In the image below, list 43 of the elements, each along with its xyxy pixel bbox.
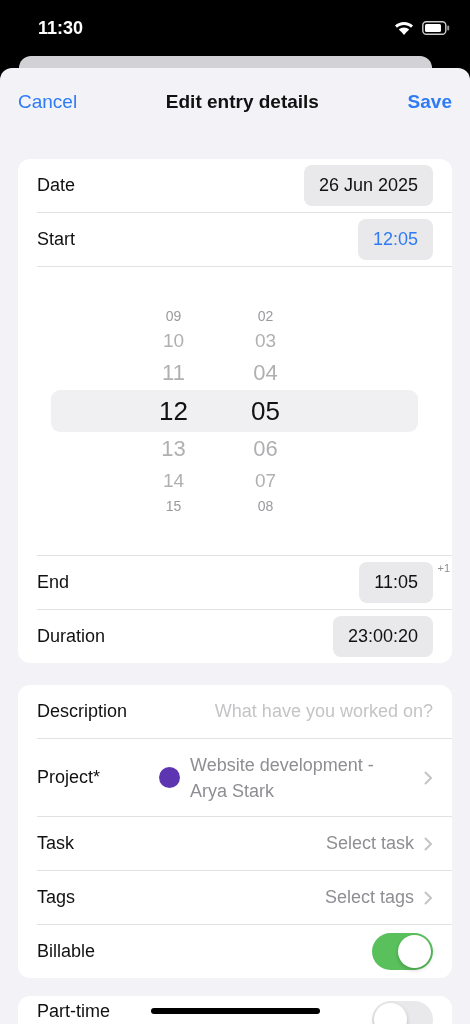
value-button[interactable]: 26 Jun 2025 bbox=[303, 165, 433, 206]
billable-toggle[interactable] bbox=[372, 933, 433, 970]
picker-item[interactable]: 12 bbox=[159, 391, 188, 431]
value-button[interactable]: 12:05 bbox=[357, 219, 433, 260]
selector-value[interactable]: Website development - Arya Stark bbox=[190, 751, 414, 804]
value-button[interactable]: 11:05 bbox=[359, 562, 433, 603]
picker-item[interactable]: 13 bbox=[161, 431, 186, 467]
status-time: 11:30 bbox=[38, 17, 84, 39]
row-label: Date bbox=[37, 175, 76, 196]
row-label: Start bbox=[37, 229, 75, 250]
picker-item[interactable]: 02 bbox=[257, 305, 274, 327]
battery-icon bbox=[422, 21, 450, 35]
value-button[interactable]: 23:00:20 bbox=[332, 616, 433, 657]
row-label: Billable bbox=[37, 941, 96, 962]
row-label: Description bbox=[37, 701, 128, 722]
picker-item[interactable]: 15 bbox=[165, 495, 182, 517]
picker-item[interactable]: 09 bbox=[165, 305, 182, 327]
cancel-button[interactable]: Cancel bbox=[18, 91, 78, 113]
picker-item[interactable]: 07 bbox=[254, 467, 277, 495]
picker-item[interactable]: 10 bbox=[162, 327, 185, 355]
picker-item[interactable]: 06 bbox=[253, 431, 278, 467]
row-label: Tags bbox=[37, 887, 76, 908]
picker-item[interactable]: 14 bbox=[162, 467, 185, 495]
next-day-note: +1 bbox=[437, 562, 450, 574]
picker-item[interactable]: 11 bbox=[162, 355, 185, 391]
picker-item[interactable]: 05 bbox=[251, 391, 280, 431]
row-label: Part-time bbox=[37, 1001, 110, 1022]
row-label: End bbox=[37, 572, 70, 593]
wifi-icon bbox=[394, 20, 414, 36]
picker-item[interactable]: 03 bbox=[254, 327, 277, 355]
description-field[interactable]: What have you worked on? bbox=[181, 701, 433, 722]
chevron-icon bbox=[424, 890, 433, 905]
selector-value[interactable]: Select tags bbox=[324, 887, 414, 908]
picker-item[interactable]: 04 bbox=[253, 355, 278, 391]
row-label: Duration bbox=[37, 626, 106, 647]
row-label: Task bbox=[37, 833, 74, 854]
save-button[interactable]: Save bbox=[407, 91, 452, 113]
selector-value[interactable]: Select task bbox=[325, 833, 414, 854]
chevron-icon bbox=[424, 836, 433, 851]
chevron-icon bbox=[424, 770, 433, 785]
row-label: Project* bbox=[37, 767, 101, 788]
screen-title: Edit entry details bbox=[165, 91, 319, 113]
picker-item[interactable]: 08 bbox=[257, 495, 274, 517]
